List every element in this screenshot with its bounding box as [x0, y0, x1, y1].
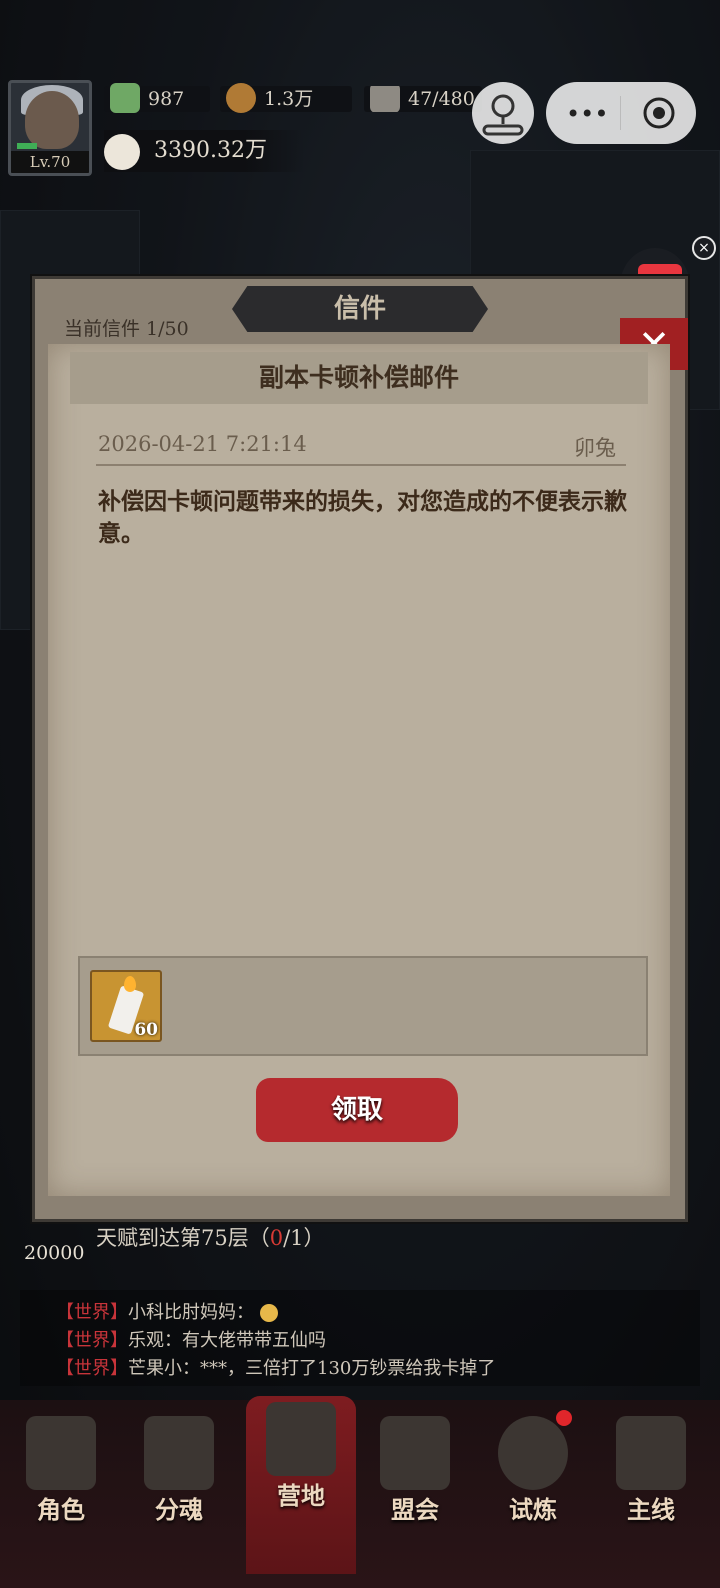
reward-attachment-box — [78, 956, 648, 1056]
character-portrait-icon — [26, 1416, 96, 1490]
chat-message: 乐观：有大佬带带五仙吗 — [128, 1330, 326, 1351]
talent-quest-progress: 0 — [269, 1226, 284, 1250]
joystick-icon — [482, 94, 524, 136]
reward-item[interactable]: 60 — [90, 970, 162, 1042]
letter-panel-title: 信件 — [232, 286, 488, 332]
chat-line: 【世界】小科比肘妈妈： — [56, 1298, 278, 1324]
letter-sender: 卯兔 — [574, 436, 616, 460]
combat-power-value: 3390.32万 — [154, 138, 267, 163]
chat-message: 芒果小：***，三倍打了130万钞票给我卡掉了 — [128, 1358, 496, 1379]
nav-label: 角色 — [37, 1495, 85, 1524]
combat-power: 3390.32万 — [104, 130, 304, 172]
cash-icon — [110, 83, 140, 113]
nav-character[interactable]: 角色 — [6, 1410, 116, 1524]
avatar-hp-bar — [17, 143, 37, 149]
resource-coins-value: 1.3万 — [264, 88, 314, 110]
letter-paper — [48, 344, 670, 1196]
nav-camp[interactable]: 营地 — [246, 1396, 356, 1574]
red-packet-close-icon[interactable]: × — [692, 236, 716, 260]
nav-label: 试炼 — [509, 1495, 557, 1524]
nav-main-quest[interactable]: 主线 — [596, 1410, 706, 1524]
candle-flame — [124, 976, 136, 992]
chat-channel: 【世界】 — [56, 1358, 128, 1379]
resource-cash[interactable]: 987 — [104, 83, 210, 113]
stamina-icon — [370, 86, 400, 112]
nav-label: 主线 — [627, 1495, 675, 1524]
capsule-divider — [620, 96, 621, 130]
talent-quest-text: 天赋到达第75层（ — [96, 1226, 270, 1250]
letter-subject: 副本卡顿补偿邮件 — [70, 352, 648, 404]
mini-program-game-button[interactable] — [472, 82, 534, 144]
player-avatar[interactable]: Lv.70 — [8, 80, 92, 176]
gift-box-icon — [616, 1416, 686, 1490]
letter-date: 2026-04-21 7:21:14 — [98, 432, 307, 456]
incense-burner-icon — [144, 1416, 214, 1490]
emoji-icon — [259, 1304, 278, 1322]
nav-guild[interactable]: 盟会 — [360, 1410, 470, 1524]
reward-quantity: 60 — [134, 1020, 158, 1040]
resource-cash-value: 987 — [148, 88, 185, 110]
avatar-face — [25, 91, 79, 149]
resource-stamina-value: 47/480 — [408, 88, 475, 110]
nav-label: 分魂 — [155, 1495, 203, 1524]
chat-channel: 【世界】 — [56, 1302, 128, 1323]
letter-body: 补偿因卡顿问题带来的损失，对您造成的不便表示歉意。 — [98, 488, 627, 547]
nav-label: 营地 — [277, 1481, 325, 1510]
close-miniprogram-icon[interactable] — [642, 96, 676, 130]
player-level: Lv.70 — [11, 151, 89, 173]
guild-token-icon — [380, 1416, 450, 1490]
bagua-icon — [498, 1416, 568, 1490]
talent-quest-total: /1） — [283, 1226, 325, 1250]
letter-counter: 当前信件 1/50 — [64, 318, 189, 340]
quest-reward-amount: 20000 — [24, 1242, 85, 1264]
notification-dot — [556, 1410, 572, 1426]
resource-coins[interactable]: 1.3万 — [220, 83, 352, 113]
mini-program-capsule: ••• — [546, 82, 696, 144]
chat-line: 【世界】芒果小：***，三倍打了130万钞票给我卡掉了 — [56, 1354, 495, 1380]
nav-trial[interactable]: 试炼 — [478, 1410, 588, 1524]
coin-bag-icon — [226, 83, 256, 113]
chat-line: 【世界】乐观：有大佬带带五仙吗 — [56, 1326, 326, 1352]
divider — [96, 464, 626, 466]
chat-message: 小科比肘妈妈： — [128, 1302, 254, 1323]
fist-icon — [104, 134, 140, 170]
talent-quest[interactable]: 天赋到达第75层（0/1） — [96, 1222, 325, 1252]
chat-channel: 【世界】 — [56, 1330, 128, 1351]
chat-panel[interactable]: 【世界】小科比肘妈妈： 【世界】乐观：有大佬带带五仙吗 【世界】芒果小：***，… — [20, 1290, 700, 1386]
more-options-icon[interactable]: ••• — [566, 100, 608, 128]
nav-soul[interactable]: 分魂 — [124, 1410, 234, 1524]
claim-button[interactable]: 领取 — [256, 1078, 458, 1142]
resource-stamina[interactable]: 47/480 — [364, 86, 482, 112]
camp-tent-icon — [266, 1402, 336, 1476]
nav-label: 盟会 — [391, 1495, 439, 1524]
